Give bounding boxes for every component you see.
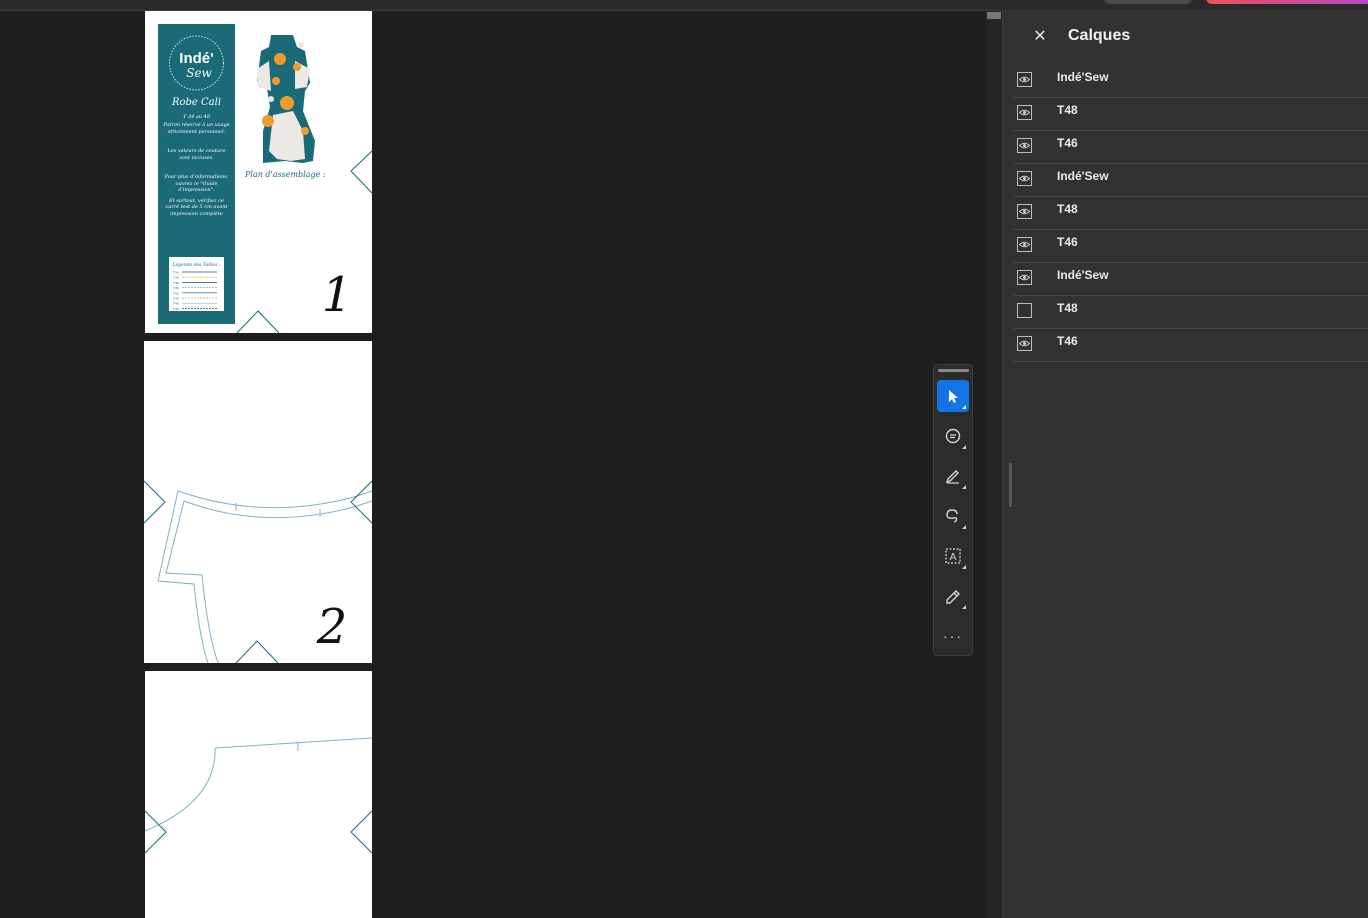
text-select-tool-button[interactable]: A xyxy=(937,540,969,572)
freeform-draw-icon xyxy=(946,509,958,523)
layer-list: Indé'Sew T48 T46 Indé'Sew T48 T46 Indé'Sew T48 T… xyxy=(1014,65,1368,362)
highlighter-icon xyxy=(945,470,959,484)
dress-illustration xyxy=(257,35,315,163)
eye-icon[interactable] xyxy=(1017,204,1032,219)
layer-row[interactable]: T46 xyxy=(1014,329,1368,362)
eye-icon[interactable] xyxy=(1017,237,1032,252)
page-2-art: 2 xyxy=(144,480,372,663)
legend-size-label: T38 xyxy=(172,281,179,285)
layer-name: T48 xyxy=(1057,202,1078,216)
legend-size-label: T44 xyxy=(172,297,179,301)
visibility-checkbox-empty[interactable] xyxy=(1017,303,1032,318)
layer-row[interactable]: T48 xyxy=(1014,197,1368,230)
select-tool-button[interactable] xyxy=(937,380,969,412)
assembly-plan-label: Plan d'assemblage : xyxy=(244,170,326,179)
legend-size-label: T40 xyxy=(172,286,179,290)
text-select-icon: A xyxy=(945,548,961,564)
eye-icon[interactable] xyxy=(1017,171,1032,186)
pattern-note-guide: Pour plus d'informations, ouvrez le "Gui… xyxy=(164,174,229,193)
document-viewport[interactable]: Indé' Sew Robe Cali T 34 au 48 Patron ré… xyxy=(0,11,986,918)
layer-name: Indé'Sew xyxy=(1057,268,1109,282)
eye-icon[interactable] xyxy=(1017,105,1032,120)
layer-name: T46 xyxy=(1057,136,1078,150)
eye-icon[interactable] xyxy=(1017,336,1032,351)
layer-name: T48 xyxy=(1057,301,1078,315)
more-icon: ··· xyxy=(943,628,963,644)
page-1-art: Indé' Sew Robe Cali T 34 au 48 Patron ré… xyxy=(158,24,372,333)
comment-icon xyxy=(945,428,961,444)
pattern-note-usage: Patron réservé à un usage strictement pe… xyxy=(163,122,230,135)
layers-panel: ✕ Calques Indé'Sew T48 T46 Indé'Sew T48 T46 In… xyxy=(1002,11,1368,918)
layer-row[interactable]: Indé'Sew xyxy=(1014,263,1368,296)
page-3-art xyxy=(145,737,372,854)
size-legend-title: Légende des Tailles : xyxy=(172,261,221,268)
layer-name: T46 xyxy=(1057,334,1078,348)
layer-row[interactable]: T46 xyxy=(1014,131,1368,164)
layer-row[interactable]: Indé'Sew xyxy=(1014,65,1368,98)
scrollbar-thumb[interactable] xyxy=(987,12,1001,19)
pdf-page-1: Indé' Sew Robe Cali T 34 au 48 Patron ré… xyxy=(145,11,372,333)
layer-row[interactable]: T46 xyxy=(1014,230,1368,263)
pattern-note-test: Et surtout, vérifiez ce carré test de 5 … xyxy=(165,197,228,217)
highlight-tool-button[interactable] xyxy=(937,460,969,492)
layer-name: T48 xyxy=(1057,103,1078,117)
top-bar-accent-button[interactable] xyxy=(1206,0,1368,4)
layer-row[interactable]: Indé'Sew xyxy=(1014,164,1368,197)
cursor-icon xyxy=(949,390,958,403)
legend-size-label: T36 xyxy=(172,276,179,280)
svg-text:A: A xyxy=(950,552,957,563)
eye-icon[interactable] xyxy=(1017,72,1032,87)
alignment-notch-bottom xyxy=(236,310,280,333)
document-scrollbar[interactable] xyxy=(986,11,1002,918)
brand-logo-top: Indé' xyxy=(179,50,213,67)
top-bar-button[interactable] xyxy=(1104,0,1192,4)
layer-row[interactable]: T48 xyxy=(1014,296,1368,329)
page-number-1: 1 xyxy=(322,267,353,323)
legend-size-label: T46 xyxy=(172,302,179,306)
pattern-sizes: T 34 au 48 xyxy=(183,114,210,120)
draw-tool-button[interactable] xyxy=(937,500,969,532)
layer-name: Indé'Sew xyxy=(1057,169,1109,183)
panel-resize-handle[interactable] xyxy=(1009,463,1012,507)
legend-size-label: T42 xyxy=(172,291,179,295)
close-panel-button[interactable]: ✕ xyxy=(1031,27,1049,47)
legend-size-label: T48 xyxy=(172,307,179,311)
more-tools-button[interactable]: ··· xyxy=(937,620,969,652)
panel-title: Calques xyxy=(1068,27,1131,44)
rail-grip-handle[interactable] xyxy=(938,369,969,372)
layer-row[interactable]: T48 xyxy=(1014,98,1368,131)
alignment-notch-right xyxy=(350,150,372,194)
eye-icon[interactable] xyxy=(1017,270,1032,285)
sign-tool-button[interactable] xyxy=(937,580,969,612)
pdf-page-3 xyxy=(145,671,372,918)
page-number-2: 2 xyxy=(316,599,348,655)
pattern-title: Robe Cali xyxy=(171,97,221,108)
quick-tools-rail: A ··· xyxy=(933,364,973,656)
layer-name: T46 xyxy=(1057,235,1078,249)
sign-pen-icon xyxy=(946,590,960,604)
pattern-note-seams: Les valeurs de couture sont incluses. xyxy=(167,148,226,161)
layer-name: Indé'Sew xyxy=(1057,70,1109,84)
pdf-page-2: 2 xyxy=(144,341,372,663)
brand-logo-bottom: Sew xyxy=(186,66,212,80)
app-top-bar xyxy=(0,0,1368,11)
comment-tool-button[interactable] xyxy=(937,420,969,452)
eye-icon[interactable] xyxy=(1017,138,1032,153)
legend-size-label: T34 xyxy=(172,271,179,275)
